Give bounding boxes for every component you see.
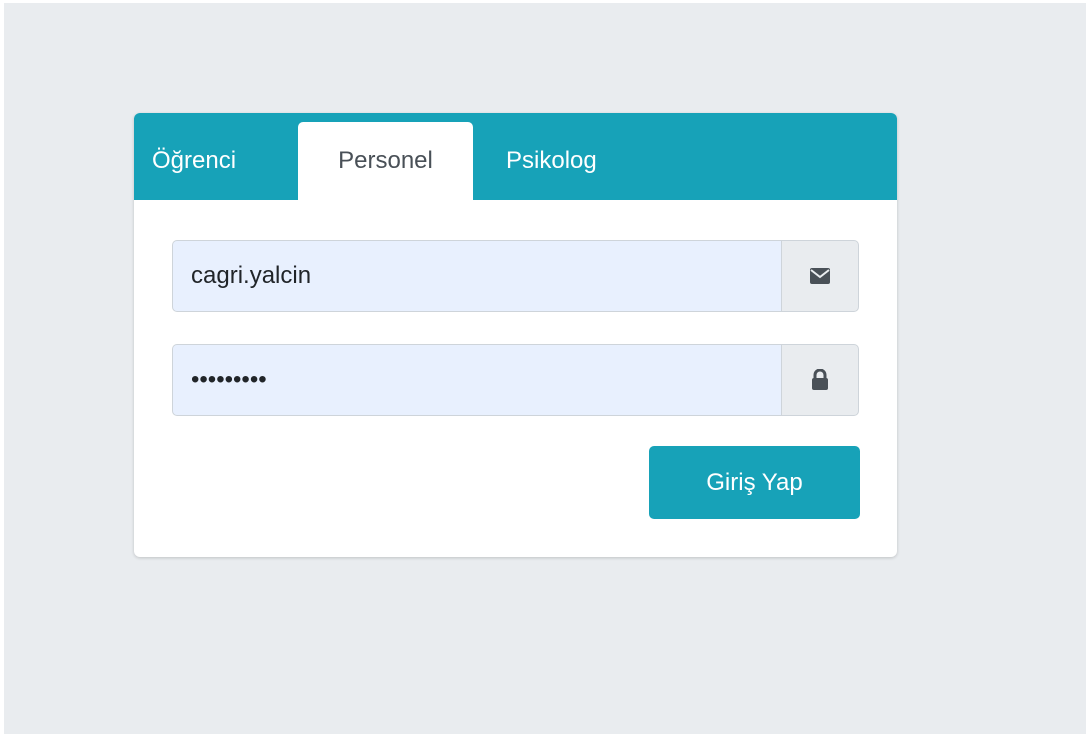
password-input-group [172, 344, 859, 416]
password-input[interactable] [172, 344, 781, 416]
lock-icon [781, 344, 859, 416]
login-card: Öğrenci Personel Psikolog Giriş Ya [134, 113, 897, 557]
username-input[interactable] [172, 240, 781, 312]
username-input-group [172, 240, 859, 312]
tab-ogrenci[interactable]: Öğrenci [152, 122, 272, 200]
tab-personel[interactable]: Personel [298, 122, 473, 200]
page-background: Öğrenci Personel Psikolog Giriş Ya [4, 3, 1086, 734]
envelope-icon [781, 240, 859, 312]
login-button[interactable]: Giriş Yap [649, 446, 860, 519]
tab-psikolog[interactable]: Psikolog [506, 122, 626, 200]
tab-bar: Öğrenci Personel Psikolog [134, 113, 897, 200]
